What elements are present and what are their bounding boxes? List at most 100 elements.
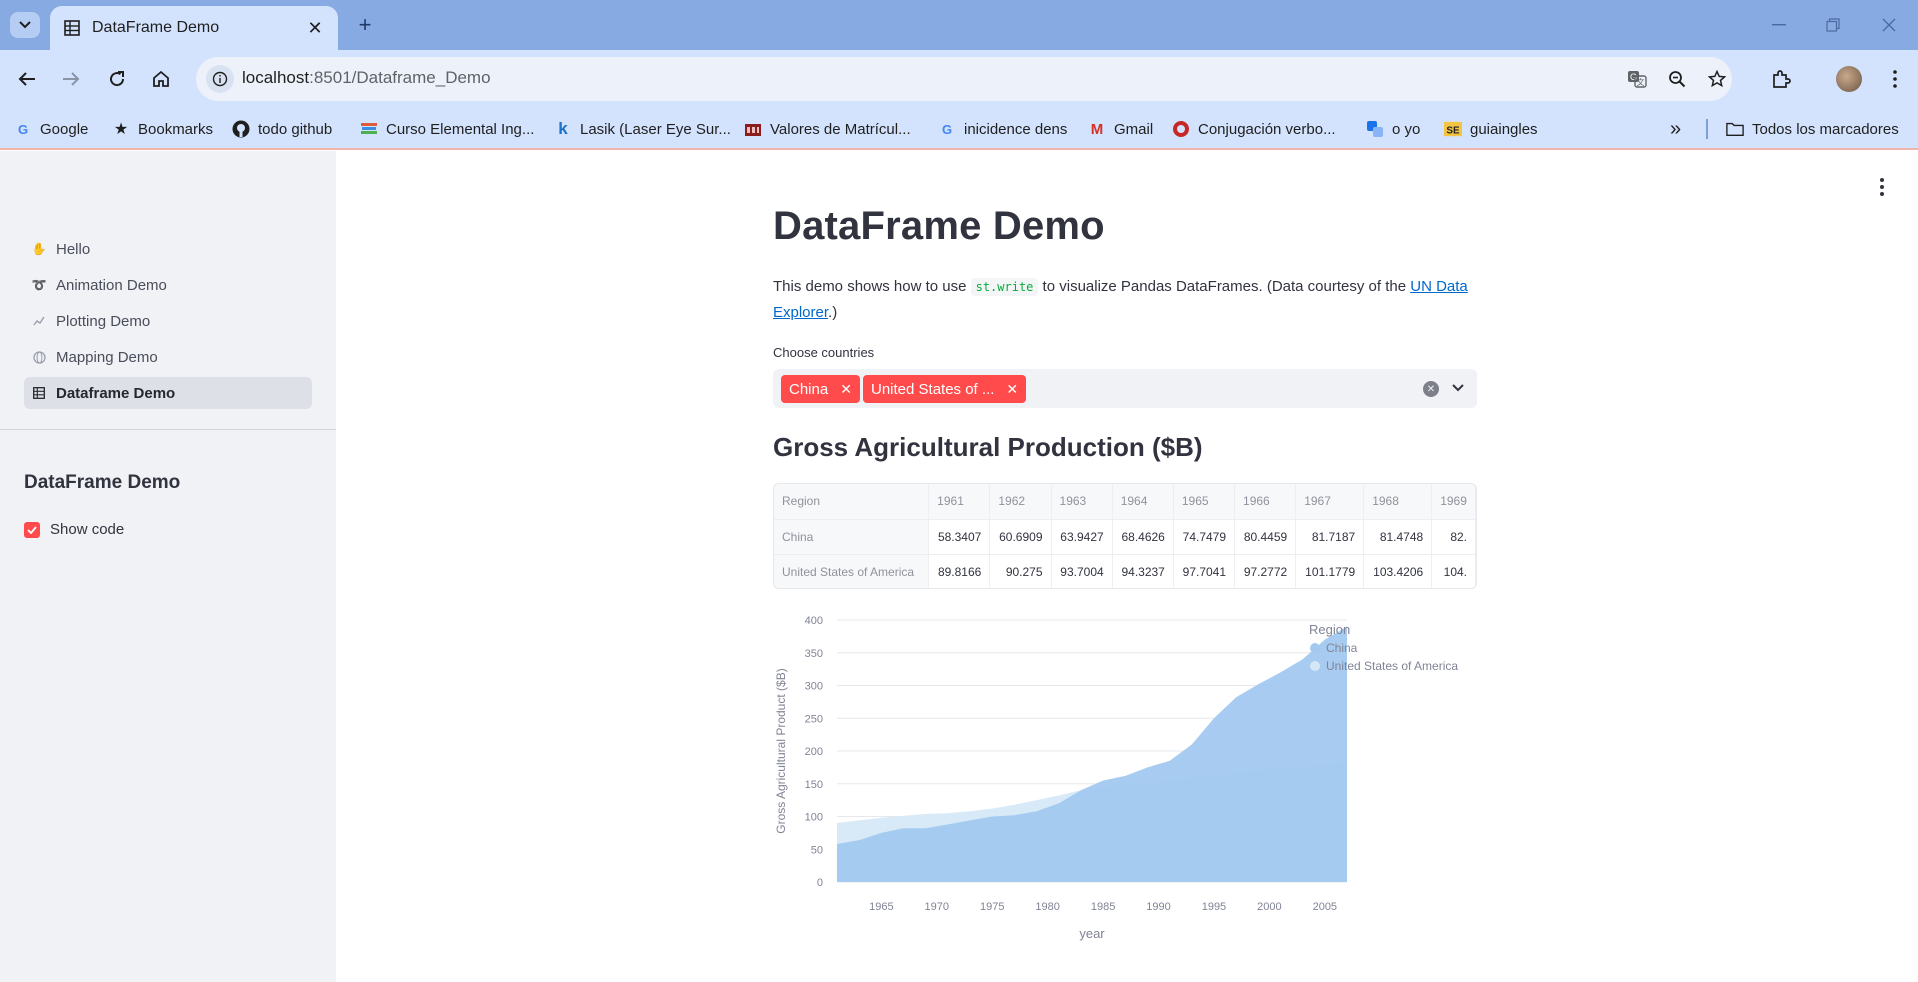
chevron-down-icon[interactable]	[1449, 379, 1467, 397]
restore-button[interactable]	[1820, 12, 1846, 38]
table-header-cell[interactable]: 1961	[928, 484, 991, 520]
minimize-button[interactable]	[1766, 12, 1792, 38]
legend-swatch	[1310, 643, 1320, 653]
show-code-checkbox[interactable]: Show code	[24, 521, 124, 538]
bookmark-google[interactable]: G Google	[14, 108, 88, 150]
bookmark-guiaingles[interactable]: SE guiaingles	[1444, 108, 1538, 150]
sidebar-item-hello[interactable]: ✋ Hello	[24, 233, 312, 265]
sidebar: ✋ Hello ➰ Animation Demo Plotting Demo M…	[0, 151, 336, 982]
forward-button[interactable]	[56, 64, 86, 94]
bookmark-label: Conjugación verbo...	[1198, 120, 1336, 138]
legend-item: China	[1326, 641, 1358, 655]
table-header-cell[interactable]: 1968	[1363, 484, 1433, 520]
chip-remove-icon[interactable]: ✕	[1006, 381, 1018, 398]
checkbox-checked-icon[interactable]	[24, 521, 40, 538]
bookmark-conjugacion[interactable]: Conjugación verbo...	[1172, 108, 1336, 150]
series-area-china	[837, 626, 1347, 882]
zoom-icon[interactable]	[1666, 68, 1688, 90]
table-cell[interactable]: 81.4748	[1363, 519, 1433, 555]
country-multiselect[interactable]: China ✕ United States of ... ✕ ✕	[773, 369, 1477, 408]
bookmark-curso[interactable]: Curso Elemental Ing...	[360, 108, 534, 150]
sidebar-item-animation-demo[interactable]: ➰ Animation Demo	[24, 269, 312, 301]
reload-button[interactable]	[102, 64, 132, 94]
table-cell[interactable]: 68.4626	[1112, 519, 1174, 555]
bookmark-inicidence[interactable]: Ginicidence dens	[938, 108, 1067, 150]
bookmark-o-yo[interactable]: o yo	[1366, 108, 1420, 150]
active-tab[interactable]: DataFrame Demo ✕	[50, 6, 338, 50]
bookmark-gmail[interactable]: M Gmail	[1088, 108, 1153, 150]
url-text[interactable]: localhost:8501/Dataframe_Demo	[242, 68, 491, 88]
table-cell[interactable]: 63.9427	[1051, 519, 1113, 555]
site-info-icon[interactable]	[206, 65, 234, 93]
more-bookmarks-button[interactable]: »	[1670, 108, 1681, 150]
profile-avatar[interactable]	[1836, 66, 1862, 92]
table-header-cell[interactable]: 1965	[1173, 484, 1236, 520]
sidebar-item-mapping-demo[interactable]: Mapping Demo	[24, 341, 312, 373]
table-cell[interactable]: 74.7479	[1173, 519, 1236, 555]
url-host: localhost	[242, 68, 310, 87]
new-tab-button[interactable]: +	[352, 12, 378, 38]
table-header-cell[interactable]: 1967	[1295, 484, 1365, 520]
table-header-cell[interactable]: 1969	[1431, 484, 1476, 520]
bookmark-label: guiaingles	[1470, 120, 1538, 138]
table-cell[interactable]: 81.7187	[1295, 519, 1365, 555]
bookmark-label: todo github	[258, 120, 333, 138]
table-cell[interactable]: 58.3407	[928, 519, 991, 555]
bookmark-todo-github[interactable]: todo github	[232, 108, 332, 150]
tab-close-button[interactable]: ✕	[306, 18, 324, 38]
back-button[interactable]	[12, 64, 42, 94]
sidebar-item-dataframe-demo[interactable]: Dataframe Demo	[24, 377, 312, 409]
table-cell[interactable]: 101.1779	[1295, 554, 1365, 588]
table-header-cell[interactable]: 1966	[1234, 484, 1297, 520]
table-header-cell[interactable]: 1963	[1051, 484, 1113, 520]
svg-text:文: 文	[1637, 77, 1645, 87]
row-index-cell[interactable]: China	[774, 519, 930, 555]
table-cell[interactable]: 89.8166	[928, 554, 991, 588]
table-cell[interactable]: 90.275	[989, 554, 1052, 588]
home-button[interactable]	[146, 64, 176, 94]
bookmark-star-icon[interactable]	[1706, 68, 1728, 90]
main-menu-button[interactable]	[1874, 176, 1890, 198]
table-header-cell[interactable]: 1964	[1112, 484, 1174, 520]
table-header-cell[interactable]: Region	[774, 484, 930, 520]
table-row: China 58.3407 60.6909 63.9427 68.4626 74.7479…	[774, 519, 1476, 555]
building-icon	[744, 120, 762, 138]
table-cell[interactable]: 97.7041	[1173, 554, 1236, 588]
x-tick-label: 2005	[1313, 901, 1337, 913]
clear-all-icon[interactable]: ✕	[1423, 381, 1439, 397]
table-cell[interactable]: 80.4459	[1234, 519, 1297, 555]
all-bookmarks-folder[interactable]: Todos los marcadores	[1726, 108, 1899, 150]
x-tick-label: 1970	[925, 901, 949, 913]
x-tick-label: 1995	[1202, 901, 1226, 913]
row-index-cell[interactable]: United States of America	[774, 554, 930, 588]
tab-search-button[interactable]	[10, 12, 40, 38]
table-cell[interactable]: 60.6909	[989, 519, 1052, 555]
sidebar-item-plotting-demo[interactable]: Plotting Demo	[24, 305, 312, 337]
arrow-right-icon	[63, 72, 80, 86]
extensions-icon[interactable]	[1766, 64, 1796, 94]
close-window-button[interactable]	[1876, 12, 1902, 38]
table-cell[interactable]: 93.7004	[1051, 554, 1113, 588]
table-cell[interactable]: 82.	[1431, 519, 1476, 555]
area-chart[interactable]: 0 50 100 150 200 250 300 350 400 1965 1970 1975 1980…	[773, 606, 1477, 946]
x-tick-label: 1990	[1146, 901, 1170, 913]
multiselect-label: Choose countries	[773, 345, 875, 360]
chip-remove-icon[interactable]: ✕	[840, 381, 852, 398]
translate-icon[interactable]: G文	[1626, 68, 1648, 90]
arrow-left-icon	[18, 72, 35, 86]
bookmark-label: Google	[40, 120, 89, 138]
chart-line-icon	[32, 314, 46, 328]
animation-icon: ➰	[31, 278, 47, 292]
table-cell[interactable]: 97.2772	[1234, 554, 1297, 588]
chip-united-states: United States of ... ✕	[863, 375, 1027, 403]
address-bar[interactable]: localhost:8501/Dataframe_Demo G文	[196, 57, 1732, 101]
table-cell[interactable]: 104.	[1431, 554, 1476, 588]
table-cell[interactable]: 103.4206	[1363, 554, 1433, 588]
bookmark-lasik[interactable]: k Lasik (Laser Eye Sur...	[554, 108, 731, 150]
browser-menu-icon[interactable]	[1880, 64, 1910, 94]
table-header-cell[interactable]: 1962	[989, 484, 1052, 520]
bookmark-bookmarks[interactable]: ★ Bookmarks	[112, 108, 213, 150]
dataframe-table[interactable]: Region 1961 1962 1963 1964 1965 1966 1967 1968 19…	[773, 483, 1477, 589]
bookmark-valores[interactable]: Valores de Matrícul...	[744, 108, 911, 150]
table-cell[interactable]: 94.3237	[1112, 554, 1174, 588]
